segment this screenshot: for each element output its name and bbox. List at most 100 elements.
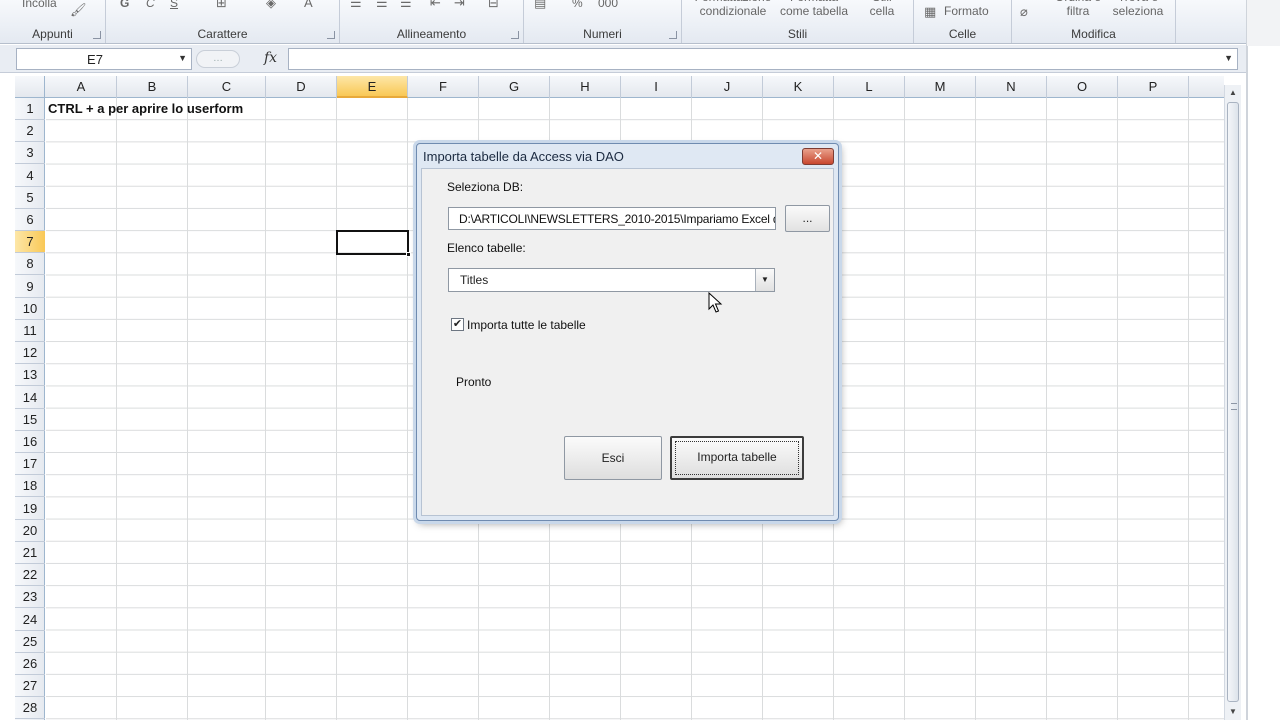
row-header-12[interactable]: 12	[15, 342, 45, 365]
row-header-13[interactable]: 13	[15, 364, 45, 387]
row-header-10[interactable]: 10	[15, 298, 45, 320]
name-box[interactable]: E7 ▼	[16, 48, 192, 70]
bold-button[interactable]: G	[120, 0, 129, 10]
row-header-24[interactable]: 24	[15, 609, 45, 631]
format-cells-icon[interactable]: ▦	[924, 4, 936, 20]
row-header-26[interactable]: 26	[15, 653, 45, 675]
row-header-28[interactable]: 28	[15, 697, 45, 720]
row-header-1[interactable]: 1	[15, 98, 45, 120]
column-header-d[interactable]: D	[266, 76, 337, 98]
scroll-up-icon[interactable]: ▲	[1225, 85, 1241, 101]
align-right-icon[interactable]: ☰	[400, 0, 412, 11]
merge-cells-icon[interactable]: ⊟	[488, 0, 499, 11]
row-header-2[interactable]: 2	[15, 120, 45, 143]
fill-handle[interactable]	[406, 252, 411, 257]
row-header-21[interactable]: 21	[15, 542, 45, 564]
font-color-icon[interactable]: A	[304, 0, 313, 10]
close-button[interactable]: ✕	[802, 148, 834, 165]
sort-filter-button[interactable]: Ordina e filtra	[1052, 0, 1104, 18]
fill-color-icon[interactable]: ◈	[266, 0, 276, 11]
column-header-h[interactable]: H	[550, 76, 621, 98]
vertical-scrollbar[interactable]: ▲ ▼	[1224, 85, 1241, 720]
formula-input[interactable]: ▼	[288, 48, 1238, 70]
row-header-3[interactable]: 3	[15, 142, 45, 165]
increase-indent-icon[interactable]: ⇥	[454, 0, 465, 11]
browse-button[interactable]: ...	[785, 205, 830, 232]
import-all-checkbox[interactable]: ✔	[451, 318, 464, 331]
scroll-down-icon[interactable]: ▼	[1225, 704, 1241, 720]
thousands-button[interactable]: 000	[598, 0, 618, 10]
format-painter-icon[interactable]: 🖌	[70, 2, 87, 18]
column-header-i[interactable]: I	[621, 76, 692, 98]
row-header-8[interactable]: 8	[15, 253, 45, 276]
column-header-f[interactable]: F	[408, 76, 479, 98]
scroll-thumb[interactable]	[1227, 102, 1239, 702]
row-header-18[interactable]: 18	[15, 475, 45, 498]
chevron-down-icon[interactable]: ▼	[178, 53, 187, 63]
dialog-launcher-icon[interactable]	[511, 31, 519, 39]
find-select-button[interactable]: Trova e seleziona	[1106, 0, 1170, 18]
decrease-decimal-icon[interactable]: ⁻⁰	[658, 0, 667, 6]
column-header-p[interactable]: P	[1118, 76, 1189, 98]
align-center-icon[interactable]: ☰	[376, 0, 388, 11]
row-header-25[interactable]: 25	[15, 631, 45, 653]
column-header-k[interactable]: K	[763, 76, 834, 98]
row-header-9[interactable]: 9	[15, 276, 45, 298]
column-header-j[interactable]: J	[692, 76, 763, 98]
column-gridline	[1117, 98, 1118, 720]
decrease-indent-icon[interactable]: ⇤	[430, 0, 441, 11]
row-header-6[interactable]: 6	[15, 209, 45, 231]
dialog-launcher-icon[interactable]	[93, 31, 101, 39]
clear-icon[interactable]: ⌀	[1020, 4, 1028, 20]
row-header-20[interactable]: 20	[15, 520, 45, 542]
column-header-b[interactable]: B	[117, 76, 188, 98]
db-path-field[interactable]: D:\ARTICOLI\NEWSLETTERS_2010-2015\Impari…	[448, 207, 776, 230]
import-tables-button[interactable]: Importa tabelle	[670, 436, 804, 480]
column-header-a[interactable]: A	[46, 76, 117, 98]
italic-button[interactable]: C	[146, 0, 155, 10]
row-header-15[interactable]: 15	[15, 409, 45, 431]
table-select[interactable]: Titles ▼	[448, 268, 775, 292]
column-header-e[interactable]: E	[337, 76, 408, 98]
accounting-format-icon[interactable]: ▤	[534, 0, 546, 11]
column-header-m[interactable]: M	[905, 76, 976, 98]
dialog-launcher-icon[interactable]	[669, 31, 677, 39]
chevron-down-icon[interactable]: ▼	[755, 269, 774, 291]
row-header-17[interactable]: 17	[15, 453, 45, 476]
underline-button[interactable]: S	[170, 0, 178, 10]
dialog-launcher-icon[interactable]	[327, 31, 335, 39]
borders-icon[interactable]: ⊞	[216, 0, 227, 11]
column-header-n[interactable]: N	[976, 76, 1047, 98]
row-header-5[interactable]: 5	[15, 187, 45, 209]
exit-button[interactable]: Esci	[564, 436, 662, 480]
format-as-table-button[interactable]: Formatta come tabella	[778, 0, 850, 18]
cell-a1[interactable]: CTRL + a per aprire lo userform	[48, 101, 243, 116]
row-header-14[interactable]: 14	[15, 387, 45, 409]
cell-styles-button[interactable]: Stili cella	[862, 0, 902, 18]
column-header-g[interactable]: G	[479, 76, 550, 98]
expand-formula-icon[interactable]: ▼	[1224, 53, 1233, 63]
column-header-l[interactable]: L	[834, 76, 905, 98]
row-header-27[interactable]: 27	[15, 675, 45, 698]
increase-decimal-icon[interactable]: ⁺⁰	[634, 0, 643, 6]
row-header-19[interactable]: 19	[15, 498, 45, 520]
column-header-o[interactable]: O	[1047, 76, 1118, 98]
column-header-c[interactable]: C	[188, 76, 266, 98]
row-header-11[interactable]: 11	[15, 320, 45, 342]
active-cell-selection[interactable]	[336, 230, 411, 257]
format-button[interactable]: Formato	[944, 4, 989, 18]
import-all-label[interactable]: Importa tutte le tabelle	[467, 318, 586, 332]
row-header-23[interactable]: 23	[15, 586, 45, 609]
row-header-22[interactable]: 22	[15, 564, 45, 587]
row-header-4[interactable]: 4	[15, 165, 45, 187]
formula-cancel-icon[interactable]: …	[196, 50, 240, 68]
row-header-7[interactable]: 7	[15, 231, 45, 254]
row-header-16[interactable]: 16	[15, 431, 45, 453]
tables-label: Elenco tabelle:	[447, 241, 526, 255]
insert-function-button[interactable]: fx	[264, 50, 277, 66]
conditional-formatting-button[interactable]: Formattazione condizionale	[690, 0, 776, 18]
align-left-icon[interactable]: ☰	[350, 0, 362, 11]
select-all-corner[interactable]	[15, 76, 45, 98]
percent-button[interactable]: %	[572, 0, 583, 10]
paste-button[interactable]: Incolla	[22, 0, 57, 10]
